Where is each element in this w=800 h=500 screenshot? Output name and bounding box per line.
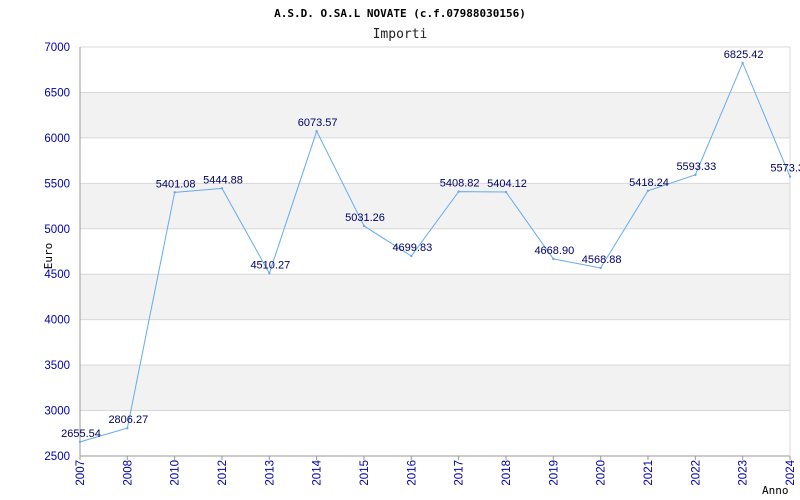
x-tick-label: 2023: [738, 460, 750, 486]
x-tick-label: 2018: [501, 460, 513, 486]
data-label: 4699.83: [392, 242, 432, 254]
data-point: [788, 175, 792, 178]
data-point: [457, 190, 460, 193]
data-label: 5418.24: [629, 177, 669, 189]
data-label: 5573.3: [770, 163, 800, 175]
data-point: [220, 187, 224, 190]
y-tick-label: 6500: [44, 87, 70, 99]
x-tick-label: 2013: [264, 460, 276, 486]
data-point: [646, 189, 650, 192]
data-label: 2806.27: [108, 414, 148, 426]
data-point: [268, 272, 271, 275]
data-label: 6825.42: [724, 49, 764, 61]
y-tick-label: 4500: [44, 269, 70, 281]
x-tick-label: 2020: [596, 460, 608, 486]
x-tick-label: 2014: [312, 459, 324, 485]
y-tick-label: 3000: [44, 406, 70, 418]
data-label: 5031.26: [345, 212, 385, 224]
y-tick-label: 3500: [44, 360, 70, 372]
x-tick-label: 2008: [122, 460, 134, 486]
data-point: [504, 190, 508, 194]
x-tick-label: 2019: [548, 460, 560, 486]
line-chart: A.S.D. O.SA.L NOVATE (c.f.07988030156) I…: [42, 7, 800, 497]
data-point: [362, 224, 366, 228]
data-point: [126, 426, 129, 430]
data-point: [552, 257, 555, 261]
data-point: [78, 440, 82, 444]
y-tick-label: 5000: [44, 224, 70, 236]
x-axis-label: Anno: [762, 484, 789, 497]
y-tick-label: 7000: [44, 42, 70, 54]
data-point: [315, 130, 318, 133]
data-label: 6073.57: [298, 117, 338, 129]
grid-band: [80, 274, 790, 320]
data-point: [741, 61, 744, 65]
chart-subtitle: Importi: [373, 27, 428, 42]
grid-bands: [80, 92, 790, 411]
data-point: [694, 173, 697, 177]
data-point: [410, 254, 413, 258]
x-tick-label: 2017: [454, 460, 466, 486]
data-label: 2655.54: [61, 428, 101, 440]
data-label: 5444.88: [203, 174, 243, 186]
data-label: 4510.27: [250, 259, 290, 271]
y-tick-label: 2500: [44, 451, 70, 463]
data-label: 5401.08: [156, 178, 196, 190]
x-tick-label: 2012: [217, 460, 229, 486]
data-point: [173, 191, 176, 194]
x-axis-ticks: 2007 2008 2010 2012 2013 2014 2015 2016 2017 2018…: [75, 456, 797, 486]
x-tick-label: 2007: [75, 460, 87, 486]
data-label: 5593.33: [676, 161, 716, 173]
data-label: 4668.90: [534, 245, 574, 257]
x-tick-label: 2022: [690, 460, 702, 486]
data-label: 5408.82: [440, 178, 480, 190]
data-label: 5404.12: [487, 178, 527, 190]
grid-band: [80, 365, 790, 411]
chart-title: A.S.D. O.SA.L NOVATE (c.f.07988030156): [274, 7, 526, 20]
y-axis-label: Euro: [42, 243, 55, 270]
data-label: 4568.88: [582, 254, 622, 266]
x-tick-label: 2016: [406, 460, 418, 486]
x-tick-label: 2024: [785, 459, 797, 485]
data-point: [599, 266, 602, 270]
x-tick-label: 2010: [170, 460, 182, 486]
y-tick-label: 6000: [44, 133, 70, 145]
x-tick-label: 2015: [359, 460, 371, 486]
x-tick-label: 2021: [643, 460, 655, 486]
y-tick-label: 4000: [44, 315, 70, 327]
grid-band: [80, 92, 790, 138]
y-tick-label: 5500: [44, 178, 70, 190]
